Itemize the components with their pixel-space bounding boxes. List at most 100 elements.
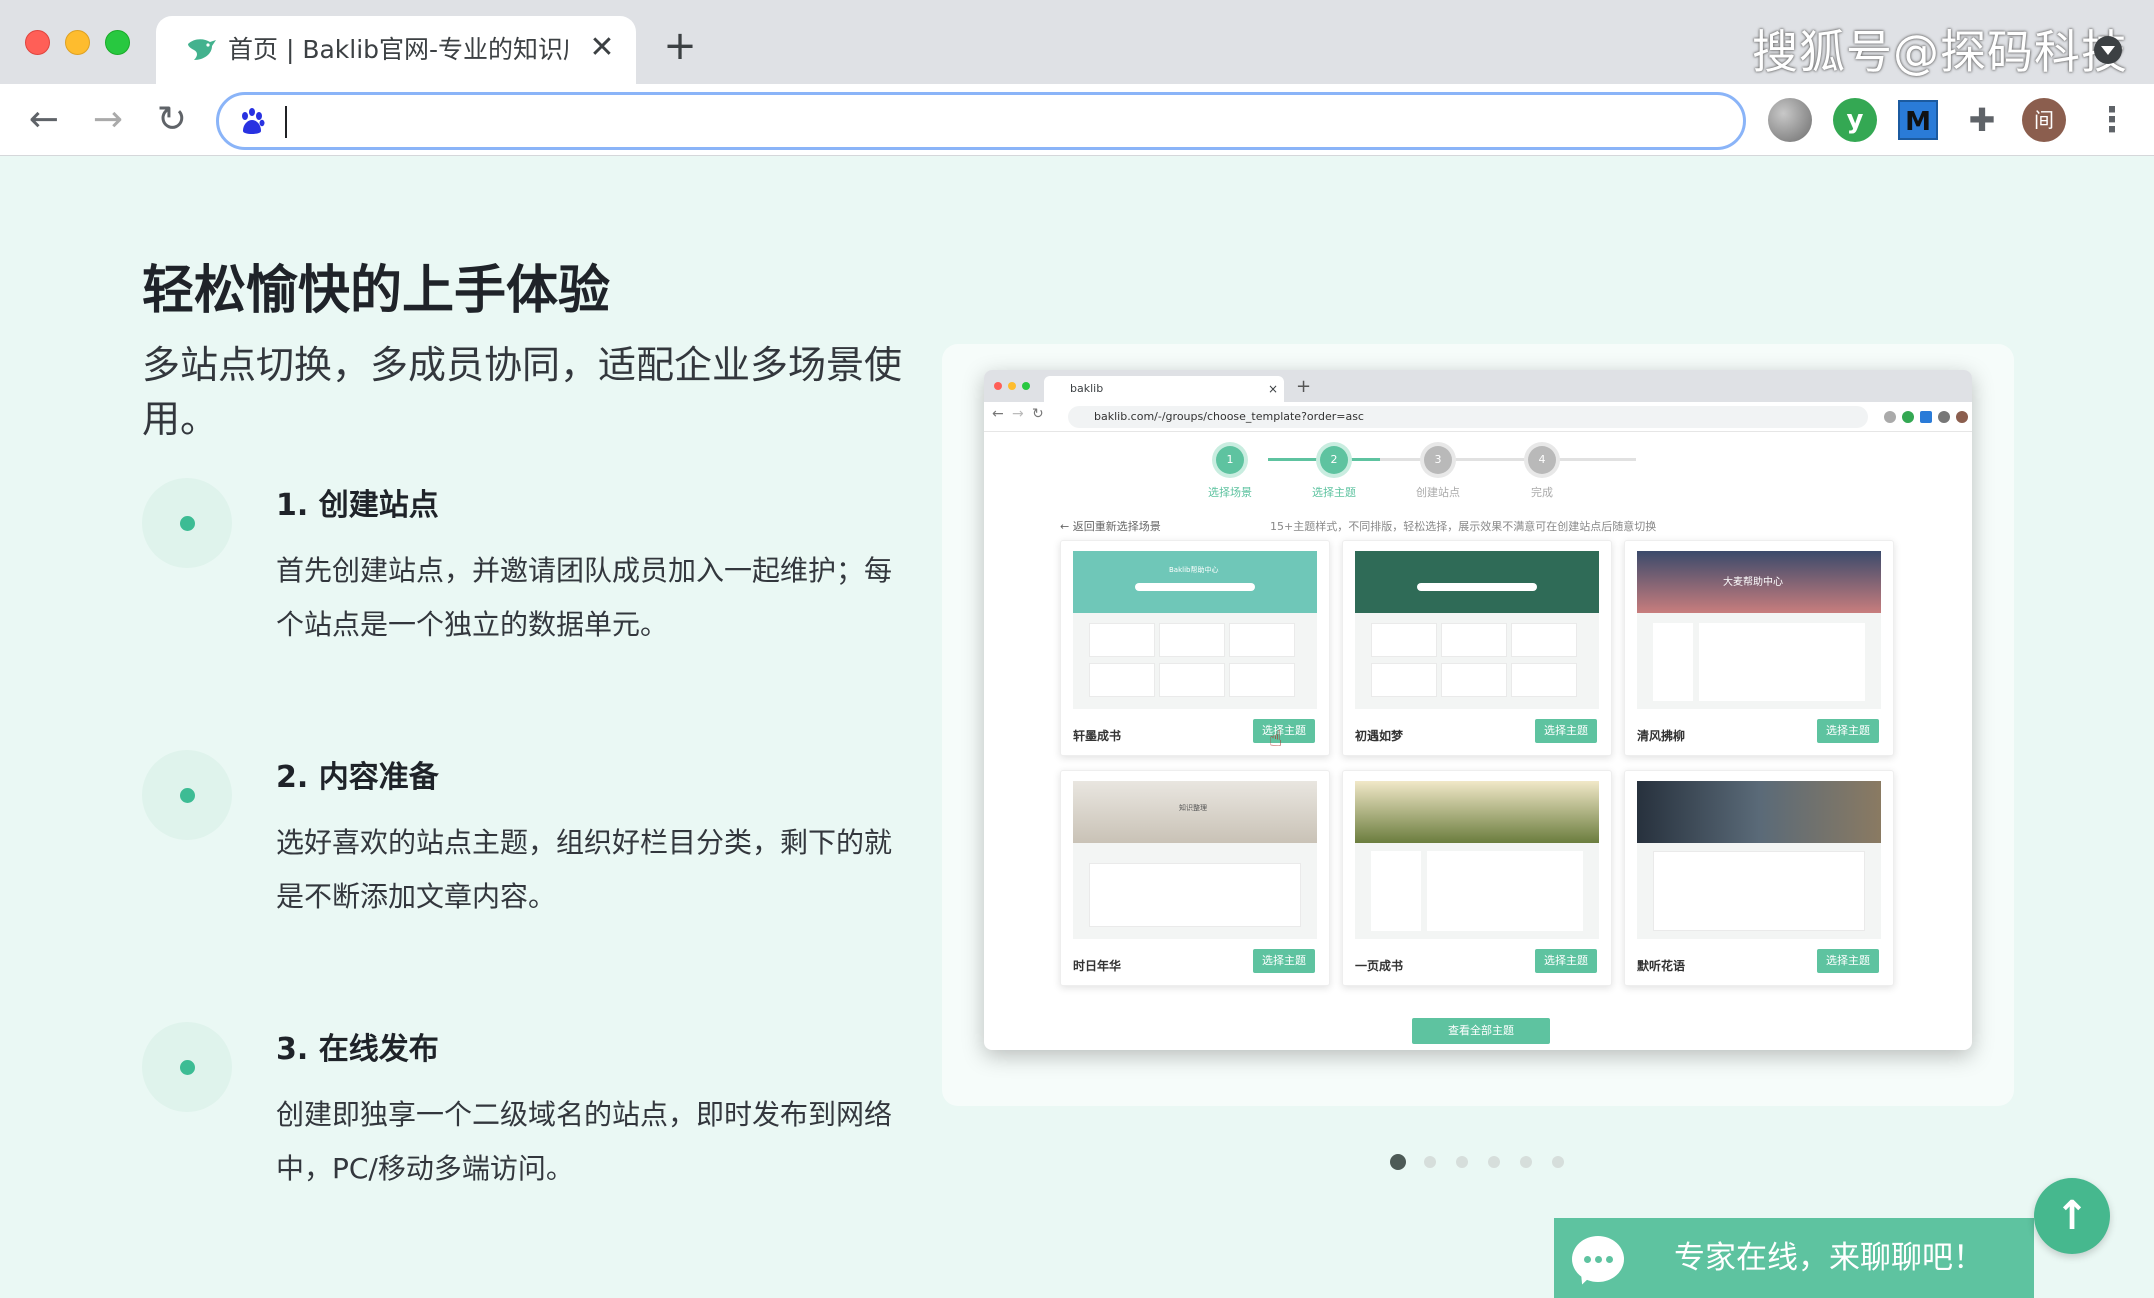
product-screenshot: baklib × + ← → ↻ baklib.com/-/groups/cho… bbox=[984, 370, 1972, 1050]
step-1-title: 1. 创建站点 bbox=[276, 488, 439, 523]
browser-tab-bar: 首页 | Baklib官网-专业的知识库 ✕ + 搜狐号@探码科技 bbox=[0, 0, 2154, 84]
mock-avatar bbox=[1956, 411, 1968, 423]
green-extension-icon[interactable]: y bbox=[1833, 98, 1877, 142]
extensions-puzzle-icon[interactable]: ✚ bbox=[1960, 98, 2004, 142]
browser-menu-icon[interactable]: ⋮ bbox=[2090, 98, 2134, 142]
browser-tab-active[interactable]: 首页 | Baklib官网-专业的知识库 ✕ bbox=[156, 16, 636, 84]
browser-toolbar: ← → ↻ y M ✚ 间 ⋮ bbox=[0, 84, 2154, 156]
mock-hint-text: 15+主题样式，不同排版，轻松选择，展示效果不满意可在创建站点后随意切换 bbox=[1270, 520, 1657, 533]
choose-theme-button: 选择主题 bbox=[1817, 719, 1879, 743]
stepper-label: 创建站点 bbox=[1416, 486, 1460, 499]
mock-url: baklib.com/-/groups/choose_template?orde… bbox=[1068, 406, 1868, 428]
forward-button[interactable]: → bbox=[86, 98, 130, 142]
stepper-line bbox=[1380, 458, 1596, 461]
mock-back-link: ← 返回重新选择场景 bbox=[1060, 520, 1161, 533]
mock-close-dot bbox=[994, 382, 1002, 390]
thumb-banner: 知识整理 bbox=[1073, 781, 1317, 843]
reload-button[interactable]: ↻ bbox=[150, 98, 194, 142]
close-window-button[interactable] bbox=[25, 30, 50, 55]
mock-new-tab-icon: + bbox=[1296, 376, 1312, 397]
address-bar[interactable] bbox=[216, 92, 1746, 150]
theme-thumbnail bbox=[1355, 551, 1599, 709]
thumb-banner-text: 大麦帮助中心 bbox=[1723, 577, 1783, 588]
theme-card: 初遇如梦 选择主题 bbox=[1342, 540, 1612, 756]
theme-card: Baklib帮助中心 轩墨成书 选择主题 ☝ bbox=[1060, 540, 1330, 756]
globe-extension-icon[interactable] bbox=[1768, 98, 1812, 142]
theme-card: 默听花语 选择主题 bbox=[1624, 770, 1894, 986]
mock-max-dot bbox=[1022, 382, 1030, 390]
carousel-dot[interactable] bbox=[1456, 1156, 1468, 1168]
mock-tab-bar: baklib × + bbox=[984, 370, 1972, 402]
thumb-search-bar bbox=[1417, 583, 1537, 591]
mock-ext-icon bbox=[1938, 411, 1950, 423]
thumb-banner bbox=[1355, 551, 1599, 613]
stepper-label: 选择场景 bbox=[1208, 486, 1252, 499]
mock-ext-icon bbox=[1902, 411, 1914, 423]
thumb-grid-row bbox=[1371, 623, 1583, 657]
stepper-label: 选择主题 bbox=[1312, 486, 1356, 499]
mock-min-dot bbox=[1008, 382, 1016, 390]
profile-avatar[interactable]: 间 bbox=[2022, 98, 2066, 142]
theme-card: 一页成书 选择主题 bbox=[1342, 770, 1612, 986]
stepper-circle: 2 bbox=[1320, 446, 1348, 474]
thumb-table bbox=[1653, 851, 1865, 931]
theme-name: 初遇如梦 bbox=[1355, 729, 1404, 743]
thumb-banner: Baklib帮助中心 bbox=[1073, 551, 1317, 613]
thumb-search-bar bbox=[1135, 583, 1255, 591]
carousel-dot-active[interactable] bbox=[1390, 1154, 1406, 1170]
m-extension-icon[interactable]: M bbox=[1898, 100, 1938, 140]
text-caret bbox=[285, 106, 287, 138]
thumb-sidebar bbox=[1371, 851, 1421, 931]
carousel-dot[interactable] bbox=[1488, 1156, 1500, 1168]
theme-thumbnail: 大麦帮助中心 bbox=[1637, 551, 1881, 709]
new-tab-button[interactable]: + bbox=[660, 24, 700, 68]
mock-ext-icon bbox=[1884, 411, 1896, 423]
stepper-label: 完成 bbox=[1531, 486, 1553, 499]
minimize-window-button[interactable] bbox=[65, 30, 90, 55]
section-title: 轻松愉快的上手体验 bbox=[142, 261, 611, 321]
live-chat-button[interactable]: 专家在线，来聊聊吧！ bbox=[1554, 1218, 2034, 1298]
stepper-line bbox=[1596, 458, 1636, 461]
thumb-banner bbox=[1637, 781, 1881, 843]
theme-name: 时日年华 bbox=[1073, 959, 1122, 973]
choose-theme-button: 选择主题 bbox=[1253, 949, 1315, 973]
maximize-window-button[interactable] bbox=[105, 30, 130, 55]
thumb-article bbox=[1427, 851, 1583, 931]
mock-toolbar: ← → ↻ baklib.com/-/groups/choose_templat… bbox=[984, 402, 1972, 432]
theme-thumbnail bbox=[1355, 781, 1599, 939]
theme-name: 轩墨成书 bbox=[1073, 729, 1122, 743]
theme-name: 一页成书 bbox=[1355, 959, 1404, 973]
carousel-dot[interactable] bbox=[1424, 1156, 1436, 1168]
carousel-dot[interactable] bbox=[1552, 1156, 1564, 1168]
live-chat-label: 专家在线，来聊聊吧！ bbox=[1674, 1240, 1984, 1276]
thumb-banner-text: Baklib帮助中心 bbox=[1169, 566, 1219, 574]
step-3-desc: 创建即独享一个二级域名的站点，即时发布到网络中，PC/移动多端访问。 bbox=[276, 1098, 893, 1185]
thumb-banner-text: 知识整理 bbox=[1179, 804, 1207, 812]
theme-card: 知识整理 时日年华 选择主题 bbox=[1060, 770, 1330, 986]
choose-theme-button: 选择主题 bbox=[1817, 949, 1879, 973]
back-to-top-button[interactable]: ↑ bbox=[2034, 1178, 2110, 1254]
step-1-desc: 首先创建站点，并邀请团队成员加入一起维护；每个站点是一个独立的数据单元。 bbox=[276, 554, 893, 641]
theme-name: 默听花语 bbox=[1637, 959, 1686, 973]
step-1-dot-icon bbox=[142, 478, 232, 568]
mock-ext-icon bbox=[1920, 411, 1932, 423]
thumb-grid-row bbox=[1089, 663, 1301, 697]
choose-theme-button: 选择主题 bbox=[1253, 719, 1315, 743]
thumb-banner bbox=[1355, 781, 1599, 843]
stepper-circle: 4 bbox=[1528, 446, 1556, 474]
watermark-text: 搜狐号@探码科技 bbox=[1752, 25, 2128, 79]
back-button[interactable]: ← bbox=[22, 98, 66, 142]
tab-close-icon[interactable]: ✕ bbox=[584, 30, 620, 66]
step-3-title: 3. 在线发布 bbox=[276, 1032, 439, 1067]
stepper-circle: 3 bbox=[1424, 446, 1452, 474]
step-2-dot-icon bbox=[142, 750, 232, 840]
step-3-dot-icon bbox=[142, 1022, 232, 1112]
choose-theme-button: 选择主题 bbox=[1535, 719, 1597, 743]
mock-back-icon: ← bbox=[992, 406, 1004, 422]
carousel-dot[interactable] bbox=[1520, 1156, 1532, 1168]
step-2-desc: 选好喜欢的站点主题，组织好栏目分类，剩下的就是不断添加文章内容。 bbox=[276, 826, 893, 913]
mock-tab-title: baklib bbox=[1070, 382, 1104, 395]
mock-reload-icon: ↻ bbox=[1032, 406, 1044, 422]
chat-bubble-icon bbox=[1572, 1236, 1624, 1282]
tab-search-icon[interactable] bbox=[2094, 36, 2122, 64]
